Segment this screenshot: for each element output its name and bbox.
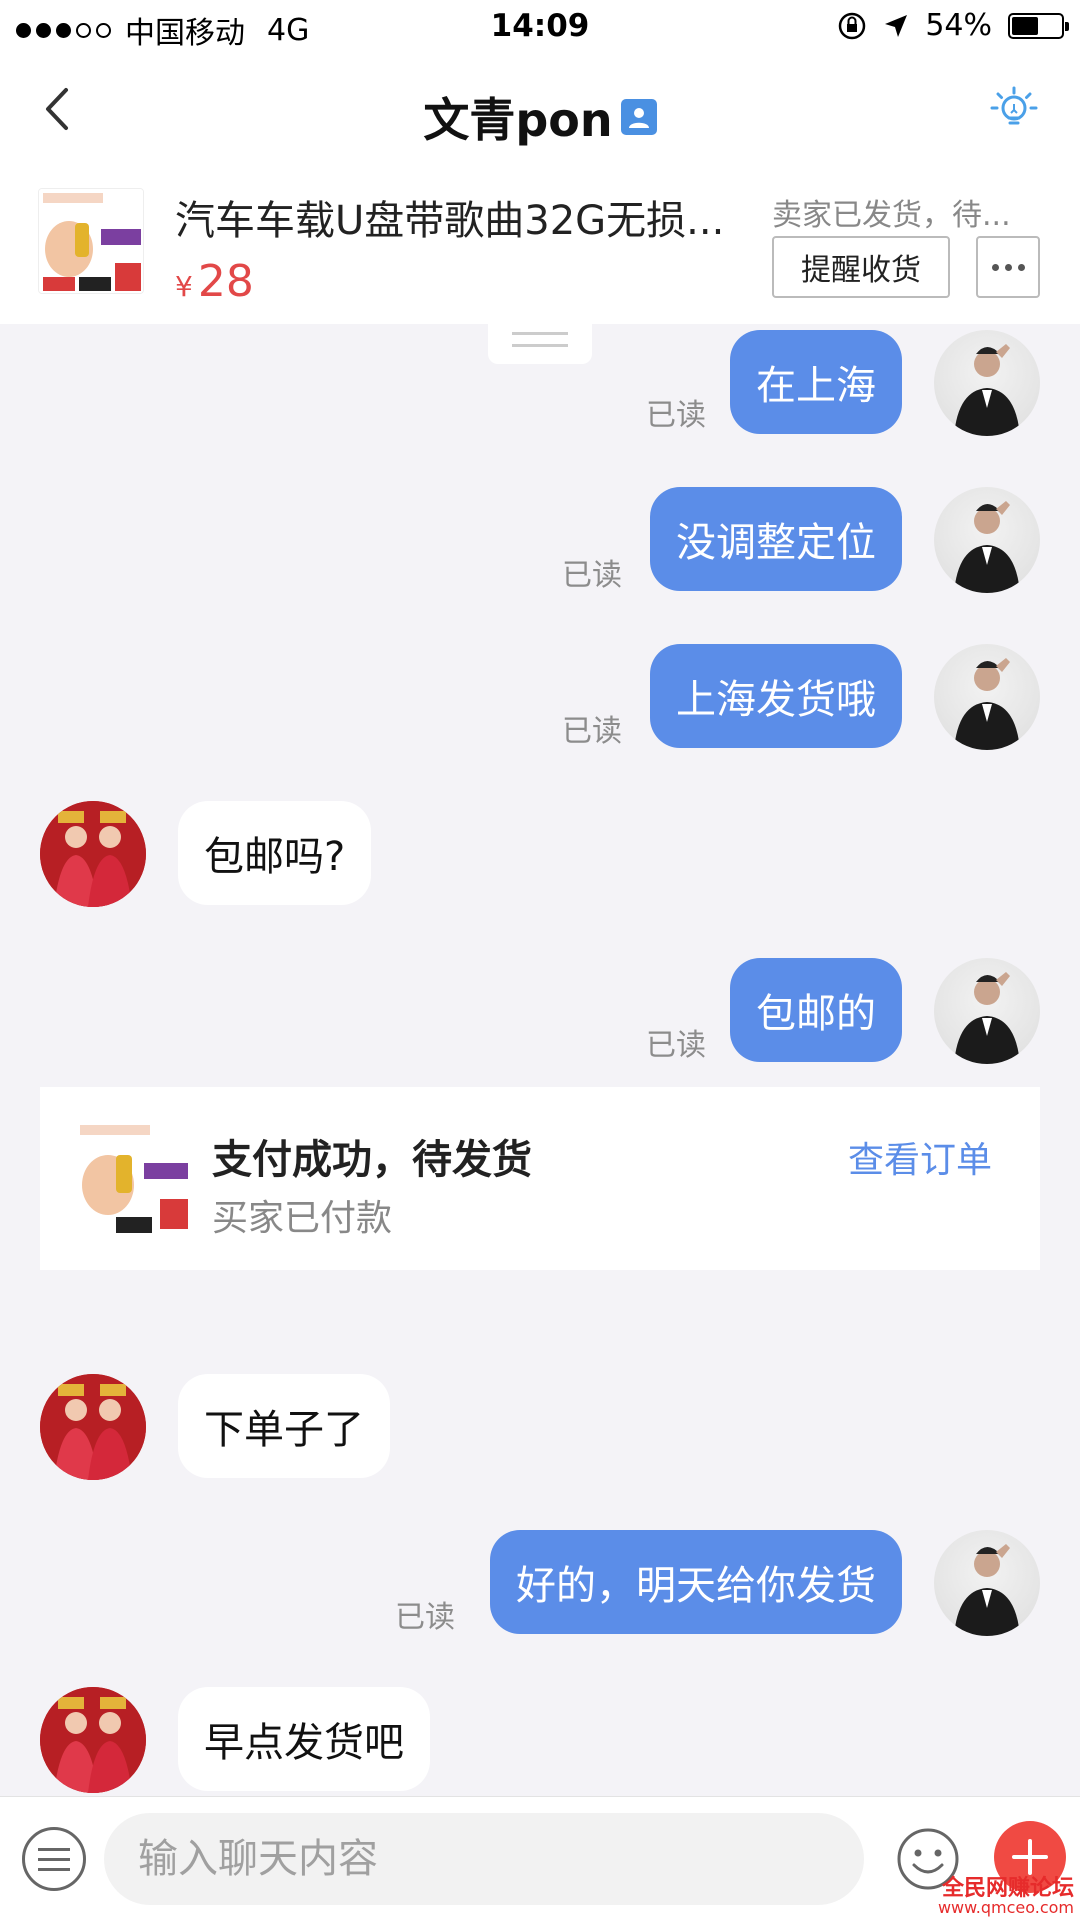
battery-icon xyxy=(1008,12,1069,39)
message-bubble[interactable]: 上海发货哦 xyxy=(650,644,902,748)
chat-message-outgoing: 已读 在上海 xyxy=(0,330,1080,440)
price-value: 28 xyxy=(197,256,254,307)
read-receipt: 已读 xyxy=(562,558,622,593)
currency-symbol: ¥ xyxy=(175,270,193,303)
read-receipt: 已读 xyxy=(395,1600,455,1635)
message-bubble[interactable]: 包邮吗? xyxy=(178,801,372,905)
message-bubble[interactable]: 包邮的 xyxy=(730,958,902,1062)
product-header[interactable]: 汽车车载U盘带歌曲32G无损... ¥ 28 卖家已发货，待... 提醒收货 xyxy=(0,164,1080,324)
watermark-title: 全民网赚论坛 xyxy=(941,1876,1074,1901)
message-bubble[interactable]: 早点发货吧 xyxy=(178,1687,430,1791)
lightbulb-icon[interactable] xyxy=(988,84,1040,136)
my-avatar[interactable] xyxy=(934,487,1040,593)
orientation-lock-icon xyxy=(839,12,866,39)
chat-message-outgoing: 已读 没调整定位 xyxy=(0,487,1080,597)
view-order-link[interactable]: 查看订单 xyxy=(848,1131,992,1183)
message-bubble[interactable]: 下单子了 xyxy=(178,1374,390,1478)
status-bar: 中国移动 4G 14:09 54% xyxy=(0,0,1080,54)
watermark-url: www.qmceo.com xyxy=(937,1898,1074,1917)
chat-title: 文青pon xyxy=(423,93,613,147)
remind-receipt-button[interactable]: 提醒收货 xyxy=(772,236,950,298)
contact-avatar[interactable] xyxy=(40,801,146,907)
forum-watermark: 全民网赚论坛 www.qmceo.com xyxy=(938,1878,1074,1916)
location-arrow-icon xyxy=(885,14,908,37)
order-status: 卖家已发货，待... xyxy=(772,198,1011,233)
contact-avatar[interactable] xyxy=(40,1374,146,1480)
chat-message-incoming: 包邮吗? xyxy=(0,801,1080,911)
menu-toggle-button[interactable] xyxy=(22,1827,86,1891)
battery-percent: 54% xyxy=(925,8,992,43)
chat-message-outgoing: 已读 好的，明天给你发货 xyxy=(0,1530,1080,1640)
menu-lines-icon xyxy=(38,1847,70,1851)
chat-message-outgoing: 已读 包邮的 xyxy=(0,958,1080,1068)
read-receipt: 已读 xyxy=(646,1028,706,1063)
order-status-card[interactable]: 支付成功，待发货 买家已付款 查看订单 xyxy=(40,1087,1040,1270)
order-thumbnail xyxy=(76,1119,194,1237)
order-card-title: 支付成功，待发货 xyxy=(212,1137,532,1183)
product-price: ¥ 28 xyxy=(175,256,254,307)
message-bubble[interactable]: 好的，明天给你发货 xyxy=(490,1530,902,1634)
plus-icon xyxy=(1012,1839,1048,1875)
read-receipt: 已读 xyxy=(562,714,622,749)
message-bubble[interactable]: 没调整定位 xyxy=(650,487,902,591)
chat-message-incoming: 下单子了 xyxy=(0,1374,1080,1484)
more-options-button[interactable] xyxy=(976,236,1040,298)
order-card-subtitle: 买家已付款 xyxy=(212,1198,393,1239)
message-bubble[interactable]: 在上海 xyxy=(730,330,902,434)
contact-card-icon[interactable] xyxy=(620,99,657,135)
my-avatar[interactable] xyxy=(934,958,1040,1064)
read-receipt: 已读 xyxy=(646,398,706,433)
product-title[interactable]: 汽车车载U盘带歌曲32G无损... xyxy=(175,188,755,246)
message-input[interactable] xyxy=(104,1813,864,1905)
chat-input-bar xyxy=(0,1796,1080,1920)
product-thumbnail[interactable] xyxy=(38,188,144,294)
chat-message-incoming: 早点发货吧 xyxy=(0,1687,1080,1797)
my-avatar[interactable] xyxy=(934,1530,1040,1636)
my-avatar[interactable] xyxy=(934,330,1040,436)
my-avatar[interactable] xyxy=(934,644,1040,750)
chat-message-outgoing: 已读 上海发货哦 xyxy=(0,644,1080,754)
more-dots-icon xyxy=(991,263,999,271)
contact-avatar[interactable] xyxy=(40,1687,146,1793)
nav-bar: 文青pon xyxy=(0,54,1080,164)
